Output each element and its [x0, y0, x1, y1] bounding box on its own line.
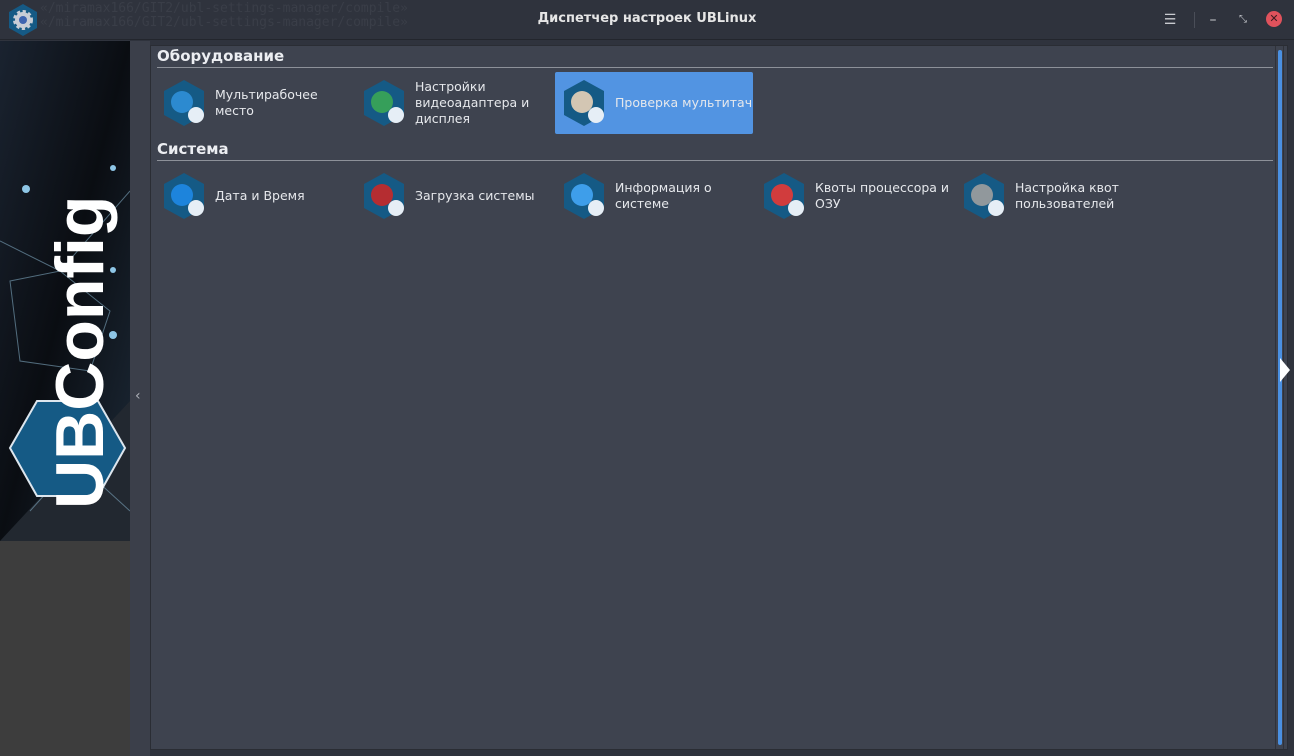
settings-item[interactable]: Настройки видеоадаптера и дисплея — [355, 72, 553, 134]
hamburger-menu-button[interactable]: ☰ — [1160, 10, 1180, 30]
clock-calendar-icon — [164, 173, 204, 219]
section-title-system: Система — [157, 140, 229, 158]
gauge-icon — [764, 173, 804, 219]
logo-text: UBConfig — [42, 196, 118, 509]
section-divider — [157, 67, 1273, 68]
settings-item-label: Настройка квот пользователей — [1015, 180, 1119, 211]
section-divider — [157, 160, 1273, 161]
sidebar-banner: UBConfig — [0, 41, 130, 756]
settings-item[interactable]: Загрузка системы — [355, 165, 553, 227]
minimize-button[interactable]: – — [1203, 10, 1223, 30]
lightbulb-icon — [564, 173, 604, 219]
close-button[interactable]: ✕ — [1266, 11, 1282, 27]
settings-item[interactable]: Проверка мультитач — [555, 72, 753, 134]
settings-item-label: Квоты процессора и ОЗУ — [815, 180, 950, 211]
settings-item[interactable]: Дата и Время — [155, 165, 353, 227]
divider — [1194, 12, 1195, 28]
settings-item-label: Дата и Время — [215, 188, 305, 203]
video-adapter-icon — [364, 80, 404, 126]
collapse-chevron-icon[interactable]: ‹ — [135, 388, 141, 404]
settings-item[interactable]: Информация о системе — [555, 165, 753, 227]
ubconfig-logo: UBConfig — [0, 41, 130, 541]
boot-icon — [364, 173, 404, 219]
settings-item[interactable]: Мультирабочее место — [155, 72, 353, 134]
restore-button[interactable]: ⤡ — [1233, 10, 1253, 30]
settings-item[interactable]: Настройка квот пользователей — [955, 165, 1153, 227]
settings-item-label: Загрузка системы — [415, 188, 535, 203]
title-bar: «/miramax166/GIT2/ubl-settings-manager/c… — [0, 0, 1294, 40]
settings-item-label: Проверка мультитач — [615, 95, 753, 110]
settings-item[interactable]: Квоты процессора и ОЗУ — [755, 165, 953, 227]
section-title-hardware: Оборудование — [157, 47, 285, 65]
scrollbar-thumb[interactable] — [1278, 50, 1282, 745]
settings-panel — [150, 45, 1288, 750]
settings-item-label: Мультирабочее место — [215, 87, 318, 118]
settings-item-label: Настройки видеоадаптера и дисплея — [415, 79, 530, 126]
window-title: Диспетчер настроек UBLinux — [537, 11, 757, 26]
multitouch-hand-icon — [564, 80, 604, 126]
disk-quota-icon — [964, 173, 1004, 219]
multiseat-icon — [164, 80, 204, 126]
settings-item-label: Информация о системе — [615, 180, 712, 211]
edge-arrow-icon — [1280, 358, 1290, 382]
